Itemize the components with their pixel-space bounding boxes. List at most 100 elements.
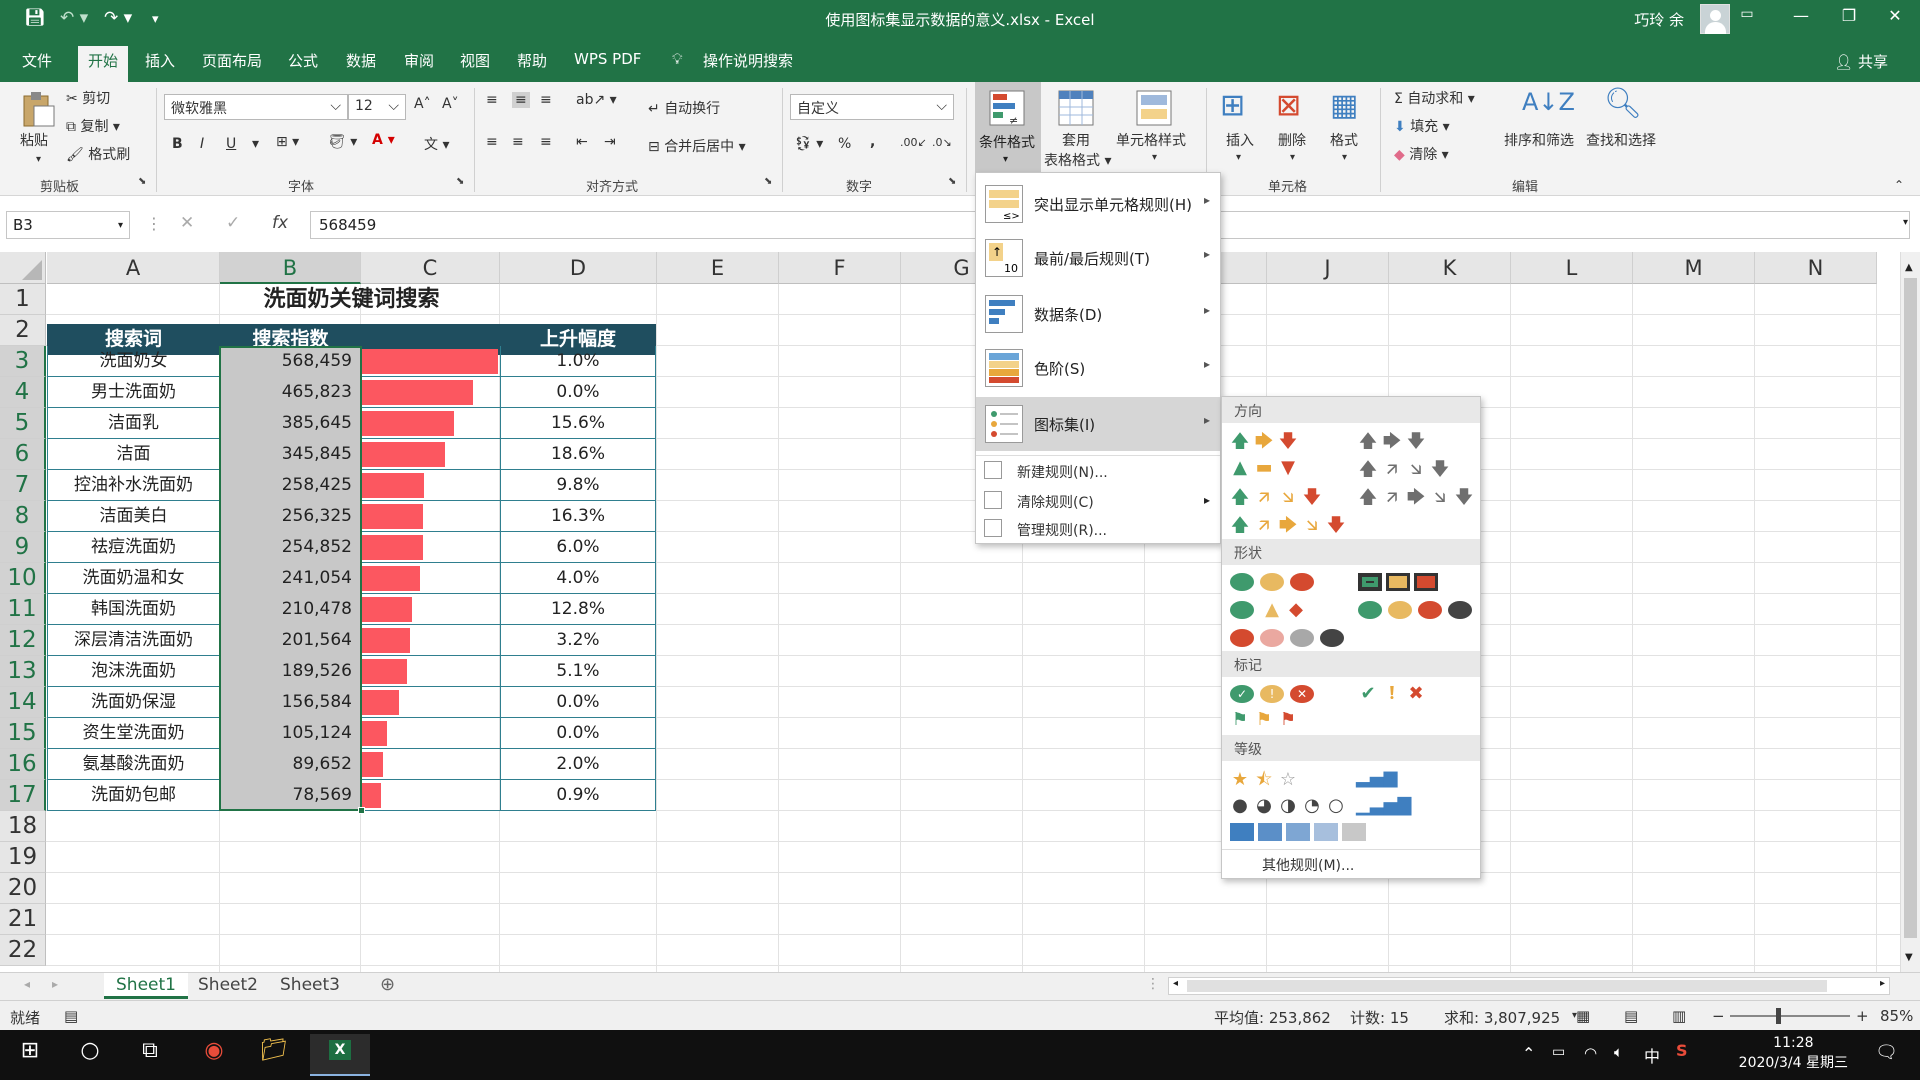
- normal-view-icon[interactable]: ▦: [1576, 1007, 1590, 1025]
- next-sheet-icon[interactable]: ▸: [52, 977, 58, 991]
- row-header-19[interactable]: 19: [0, 842, 46, 873]
- vertical-scroll-thumb[interactable]: [1904, 278, 1917, 938]
- dialog-launcher-icon[interactable]: ⬊: [948, 176, 956, 187]
- align-center-icon[interactable]: ≡: [512, 134, 524, 150]
- zoom-slider-thumb[interactable]: [1776, 1008, 1781, 1024]
- align-right-icon[interactable]: ≡: [540, 134, 552, 150]
- tab-help[interactable]: 帮助: [517, 50, 547, 71]
- cell-term[interactable]: 泡沫洗面奶: [47, 656, 220, 687]
- excel-taskbar-icon[interactable]: X: [310, 1034, 370, 1076]
- column-header-a[interactable]: A: [47, 252, 220, 284]
- icon-set-3-signs[interactable]: ▲ ◆: [1230, 599, 1308, 621]
- scroll-right-icon[interactable]: ▸: [1880, 978, 1885, 989]
- row-header-15[interactable]: 15: [0, 718, 46, 749]
- tab-file[interactable]: 文件: [22, 50, 52, 71]
- column-header-n[interactable]: N: [1755, 252, 1877, 284]
- cell-term[interactable]: 洁面乳: [47, 408, 220, 439]
- cell-term[interactable]: 控油补水洗面奶: [47, 470, 220, 501]
- row-header-3[interactable]: 3: [0, 346, 46, 377]
- menu-icon-sets[interactable]: 图标集(I) ▸: [976, 397, 1220, 451]
- sort-filter-icon[interactable]: A↓Z: [1522, 88, 1575, 116]
- user-name[interactable]: 巧玲 余: [1634, 9, 1684, 30]
- icon-set-3-arrows-gray[interactable]: 🡅 🡆 🡇: [1356, 429, 1428, 452]
- row-header-1[interactable]: 1: [0, 284, 46, 315]
- font-size-select[interactable]: 12 ⌵: [348, 94, 406, 120]
- more-rules-link[interactable]: 其他规则(M)...: [1262, 855, 1354, 875]
- sheet-tab-3[interactable]: Sheet3: [268, 973, 352, 999]
- row-header-9[interactable]: 9: [0, 532, 46, 563]
- more-options-icon[interactable]: ⋮: [146, 214, 162, 233]
- column-header-e[interactable]: E: [657, 252, 779, 284]
- format-button[interactable]: 格式: [1330, 130, 1358, 150]
- chevron-down-icon[interactable]: ▾: [1290, 152, 1295, 163]
- name-box[interactable]: B3 ▾: [6, 211, 130, 239]
- autosum-button[interactable]: Σ 自动求和 ▾: [1394, 88, 1475, 108]
- notification-icon[interactable]: 🗨︎: [1875, 1042, 1898, 1063]
- paste-button[interactable]: 粘贴: [20, 130, 48, 150]
- scroll-down-icon[interactable]: ▼: [1905, 952, 1913, 963]
- splitter-icon[interactable]: ⋮: [1146, 976, 1160, 992]
- dialog-launcher-icon[interactable]: ⬊: [764, 176, 772, 187]
- cell-term[interactable]: 洁面: [47, 439, 220, 470]
- icon-set-3-triangles[interactable]: ▲ ▬ ▼: [1228, 457, 1300, 479]
- cell-term[interactable]: 深层清洁洗面奶: [47, 625, 220, 656]
- cell-term[interactable]: 男士洗面奶: [47, 377, 220, 408]
- ime-indicator[interactable]: 中: [1644, 1043, 1660, 1067]
- sort-filter-button[interactable]: 排序和筛选: [1504, 130, 1574, 150]
- file-explorer-icon[interactable]: 📁︎: [250, 1038, 298, 1072]
- fill-button[interactable]: ⬇ 填充 ▾: [1394, 116, 1450, 136]
- merge-center-button[interactable]: ⊟ 合并后居中 ▾: [648, 136, 746, 156]
- align-top-icon[interactable]: ≡: [486, 92, 498, 108]
- select-all-corner[interactable]: [0, 252, 46, 284]
- cell-rise[interactable]: 0.0%: [500, 687, 656, 718]
- row-header-11[interactable]: 11: [0, 594, 46, 625]
- icon-set-3-traffic-lights-rimmed[interactable]: [1358, 571, 1442, 593]
- row-header-18[interactable]: 18: [0, 811, 46, 842]
- icon-set-4-arrows-gray[interactable]: 🡅 🡭 🡮 🡇: [1356, 457, 1452, 480]
- search-icon[interactable]: 🔍︎: [1604, 86, 1642, 121]
- row-header-6[interactable]: 6: [0, 439, 46, 470]
- horizontal-scroll-thumb[interactable]: [1187, 980, 1827, 992]
- menu-new-rule[interactable]: 新建规则(N)...: [976, 457, 1220, 485]
- cell-rise[interactable]: 5.1%: [500, 656, 656, 687]
- macro-record-icon[interactable]: ▤: [64, 1007, 78, 1025]
- row-header-7[interactable]: 7: [0, 470, 46, 501]
- task-view-icon[interactable]: ⧉: [126, 1038, 174, 1072]
- menu-highlight-rules[interactable]: ≤> 突出显示单元格规则(H) ▸: [976, 177, 1220, 231]
- cell-rise[interactable]: 15.6%: [500, 408, 656, 439]
- underline-dropdown-icon[interactable]: ▾: [252, 136, 259, 152]
- cell-rise[interactable]: 4.0%: [500, 563, 656, 594]
- icon-set-5-ratings[interactable]: ▁▃▅▇: [1356, 795, 1411, 817]
- format-as-table-line1[interactable]: 套用: [1062, 130, 1090, 150]
- zoom-slider[interactable]: [1730, 1015, 1850, 1017]
- paste-icon[interactable]: [20, 90, 56, 127]
- scroll-left-icon[interactable]: ◂: [1173, 978, 1178, 989]
- prev-sheet-icon[interactable]: ◂: [24, 977, 30, 991]
- find-select-button[interactable]: 查找和选择: [1586, 130, 1656, 150]
- font-name-select[interactable]: 微软雅黑 ⌵: [164, 94, 348, 120]
- clear-button[interactable]: ◆ 清除 ▾: [1394, 144, 1449, 164]
- icon-set-5-quarters[interactable]: ● ◕ ◑ ◔ ○: [1228, 795, 1348, 817]
- cell-rise[interactable]: 18.6%: [500, 439, 656, 470]
- add-sheet-icon[interactable]: ⊕: [380, 974, 395, 995]
- row-header-14[interactable]: 14: [0, 687, 46, 718]
- row-header-22[interactable]: 22: [0, 935, 46, 966]
- cell-rise[interactable]: 1.0%: [500, 346, 656, 377]
- copy-button[interactable]: ⧉ 复制 ▾: [66, 116, 120, 136]
- menu-manage-rules[interactable]: 管理规则(R)...: [976, 515, 1220, 543]
- underline-button[interactable]: U: [226, 136, 236, 152]
- close-button[interactable]: ✕: [1872, 6, 1918, 25]
- cell-styles-icon[interactable]: [1136, 90, 1174, 128]
- icon-set-5-boxes[interactable]: [1230, 821, 1370, 843]
- row-header-2[interactable]: 2: [0, 315, 46, 346]
- cell-rise[interactable]: 2.0%: [500, 749, 656, 780]
- italic-button[interactable]: I: [200, 136, 204, 152]
- expand-formula-icon[interactable]: ▾: [1903, 217, 1908, 228]
- cut-button[interactable]: ✂ 剪切: [66, 88, 110, 108]
- chrome-icon[interactable]: ◉: [190, 1038, 238, 1072]
- decrease-indent-icon[interactable]: ⇤: [576, 134, 588, 150]
- decrease-decimal-icon[interactable]: .0↘: [932, 136, 952, 149]
- cell-rise[interactable]: 0.0%: [500, 718, 656, 749]
- icon-set-3-symbols[interactable]: ✔ ❗︎ ✖: [1356, 683, 1428, 705]
- currency-icon[interactable]: 💱︎ ▾: [794, 136, 823, 152]
